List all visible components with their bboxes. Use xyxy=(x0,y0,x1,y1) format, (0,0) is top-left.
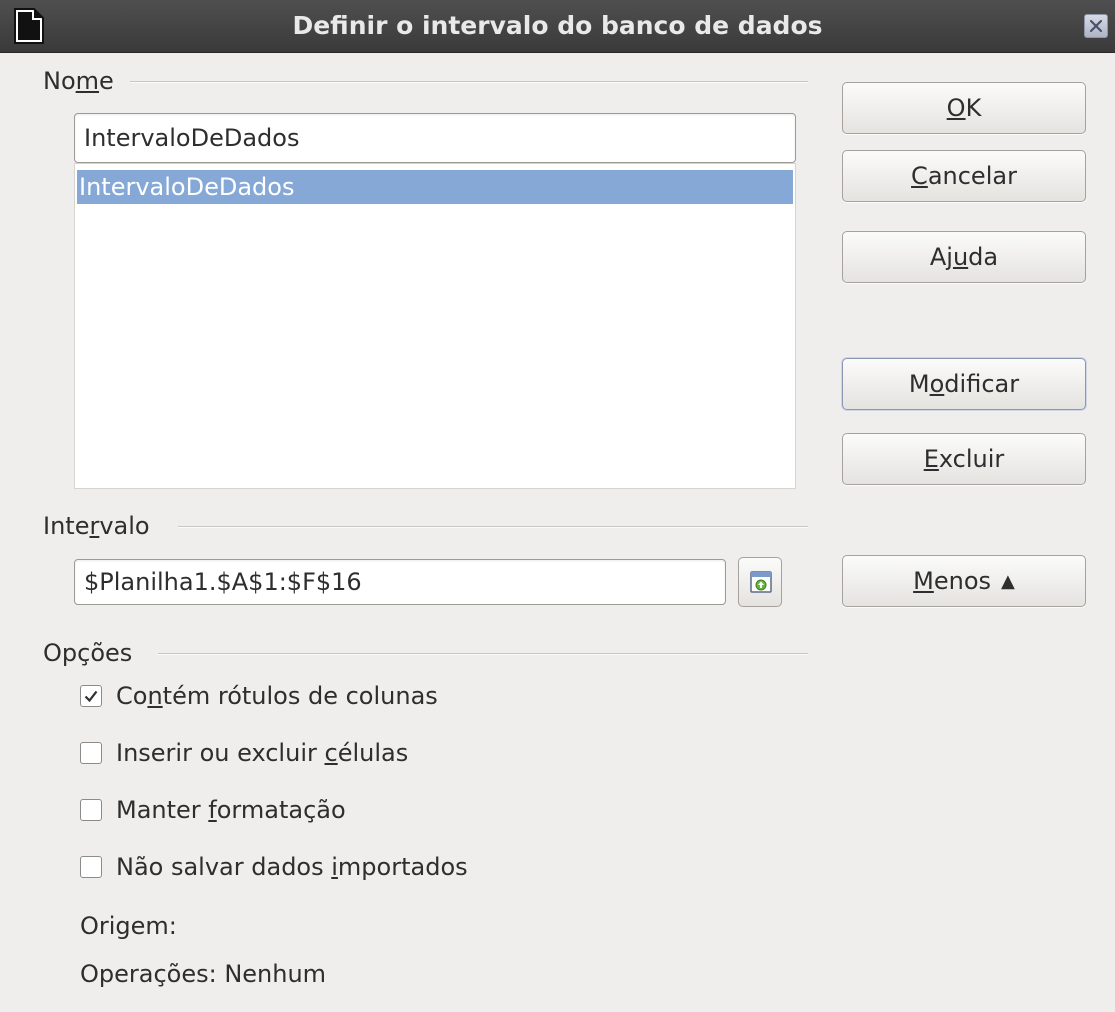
contains-labels-label: Contém rótulos de colunas xyxy=(116,682,438,710)
cancel-button[interactable]: Cancelar xyxy=(842,150,1086,202)
range-section-label: Intervalo xyxy=(43,512,150,540)
options-section-label: Opções xyxy=(43,639,133,667)
origin-label: Origem: xyxy=(80,912,177,940)
keep-formatting-checkbox[interactable] xyxy=(80,799,102,821)
keep-formatting-label: Manter formatação xyxy=(116,796,346,824)
shrink-range-icon xyxy=(750,571,772,593)
help-button[interactable]: Ajuda xyxy=(842,231,1086,283)
range-input-value: $Planilha1.$A$1:$F$16 xyxy=(84,568,362,596)
range-separator xyxy=(178,526,808,528)
name-separator xyxy=(130,81,808,83)
dont-save-imported-checkbox[interactable] xyxy=(80,856,102,878)
delete-button[interactable]: Excluir xyxy=(842,433,1086,485)
contains-labels-checkbox[interactable] xyxy=(80,685,102,707)
less-button[interactable]: Menos ▲ xyxy=(842,555,1086,607)
checkbox-row-keep-formatting[interactable]: Manter formatação xyxy=(80,795,346,825)
window-title: Definir o intervalo do banco de dados xyxy=(292,11,823,40)
checkbox-row-insert-delete[interactable]: Inserir ou excluir células xyxy=(80,738,408,768)
collapse-chevron-icon: ▲ xyxy=(1001,571,1015,592)
shrink-button[interactable] xyxy=(738,557,782,607)
options-separator xyxy=(158,653,808,655)
close-icon xyxy=(1089,19,1103,33)
name-input[interactable]: IntervaloDeDados xyxy=(74,113,796,163)
name-section-label: Nome xyxy=(43,67,114,95)
list-item[interactable]: IntervaloDeDados xyxy=(77,170,793,204)
checkbox-row-dont-save-imported[interactable]: Não salvar dados importados xyxy=(80,852,468,882)
title-bar: Definir o intervalo do banco de dados xyxy=(0,0,1115,53)
operations-label: Operações: Nenhum xyxy=(80,960,327,988)
name-listbox[interactable]: IntervaloDeDados xyxy=(74,163,796,489)
dont-save-imported-label: Não salvar dados importados xyxy=(116,853,468,881)
insert-delete-cells-checkbox[interactable] xyxy=(80,742,102,764)
insert-delete-cells-label: Inserir ou excluir células xyxy=(116,739,409,767)
modify-button[interactable]: Modificar xyxy=(842,358,1086,410)
name-input-value: IntervaloDeDados xyxy=(84,124,300,152)
checkmark-icon xyxy=(84,690,98,703)
range-input[interactable]: $Planilha1.$A$1:$F$16 xyxy=(74,559,726,605)
checkbox-row-contains-labels[interactable]: Contém rótulos de colunas xyxy=(80,681,438,711)
ok-button[interactable]: OK xyxy=(842,82,1086,134)
close-button[interactable] xyxy=(1084,14,1108,38)
